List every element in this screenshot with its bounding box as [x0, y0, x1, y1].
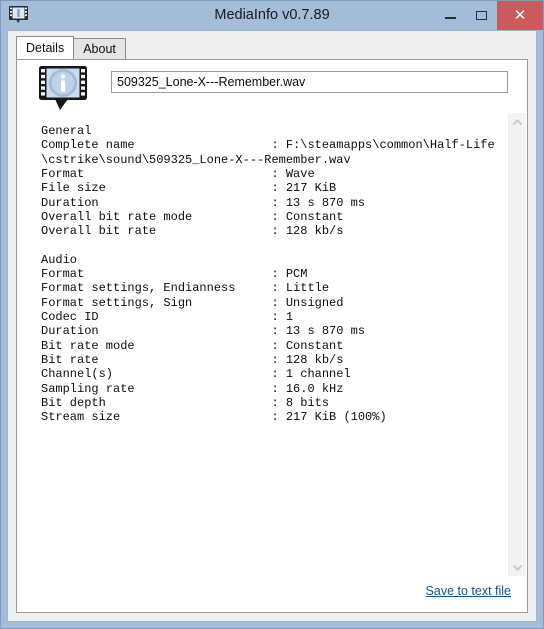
dialog-client-area: Details About 509325_Lone-X---Remember.w…	[7, 30, 537, 622]
filename-input[interactable]	[111, 71, 508, 93]
window-controls: ✕	[435, 1, 543, 30]
close-icon: ✕	[513, 7, 527, 24]
media-details-area: General Complete name : F:\steamapps\com…	[17, 112, 527, 576]
minimize-icon	[445, 17, 456, 19]
maximize-button[interactable]	[466, 1, 497, 30]
minimize-button[interactable]	[435, 1, 466, 30]
chevron-up-icon[interactable]	[509, 113, 526, 130]
chevron-down-icon[interactable]	[509, 559, 526, 576]
file-header-row	[17, 60, 527, 112]
title-bar: MediaInfo v0.7.89 ✕	[1, 1, 543, 30]
maximize-icon	[476, 11, 487, 20]
mediainfo-window: MediaInfo v0.7.89 ✕ Details About 509325…	[0, 0, 544, 629]
close-button[interactable]: ✕	[497, 1, 543, 30]
details-footer: Save to text file	[17, 576, 527, 612]
details-tab-page: General Complete name : F:\steamapps\com…	[16, 59, 528, 613]
tab-about[interactable]: About	[73, 38, 126, 59]
save-to-text-file-link[interactable]: Save to text file	[426, 584, 511, 598]
details-scrollbar[interactable]	[508, 113, 526, 576]
media-details-text: General Complete name : F:\steamapps\com…	[41, 124, 495, 425]
tab-details[interactable]: Details	[16, 36, 75, 59]
mediainfo-logo-icon	[37, 65, 93, 112]
tab-strip: Details About	[16, 36, 528, 59]
